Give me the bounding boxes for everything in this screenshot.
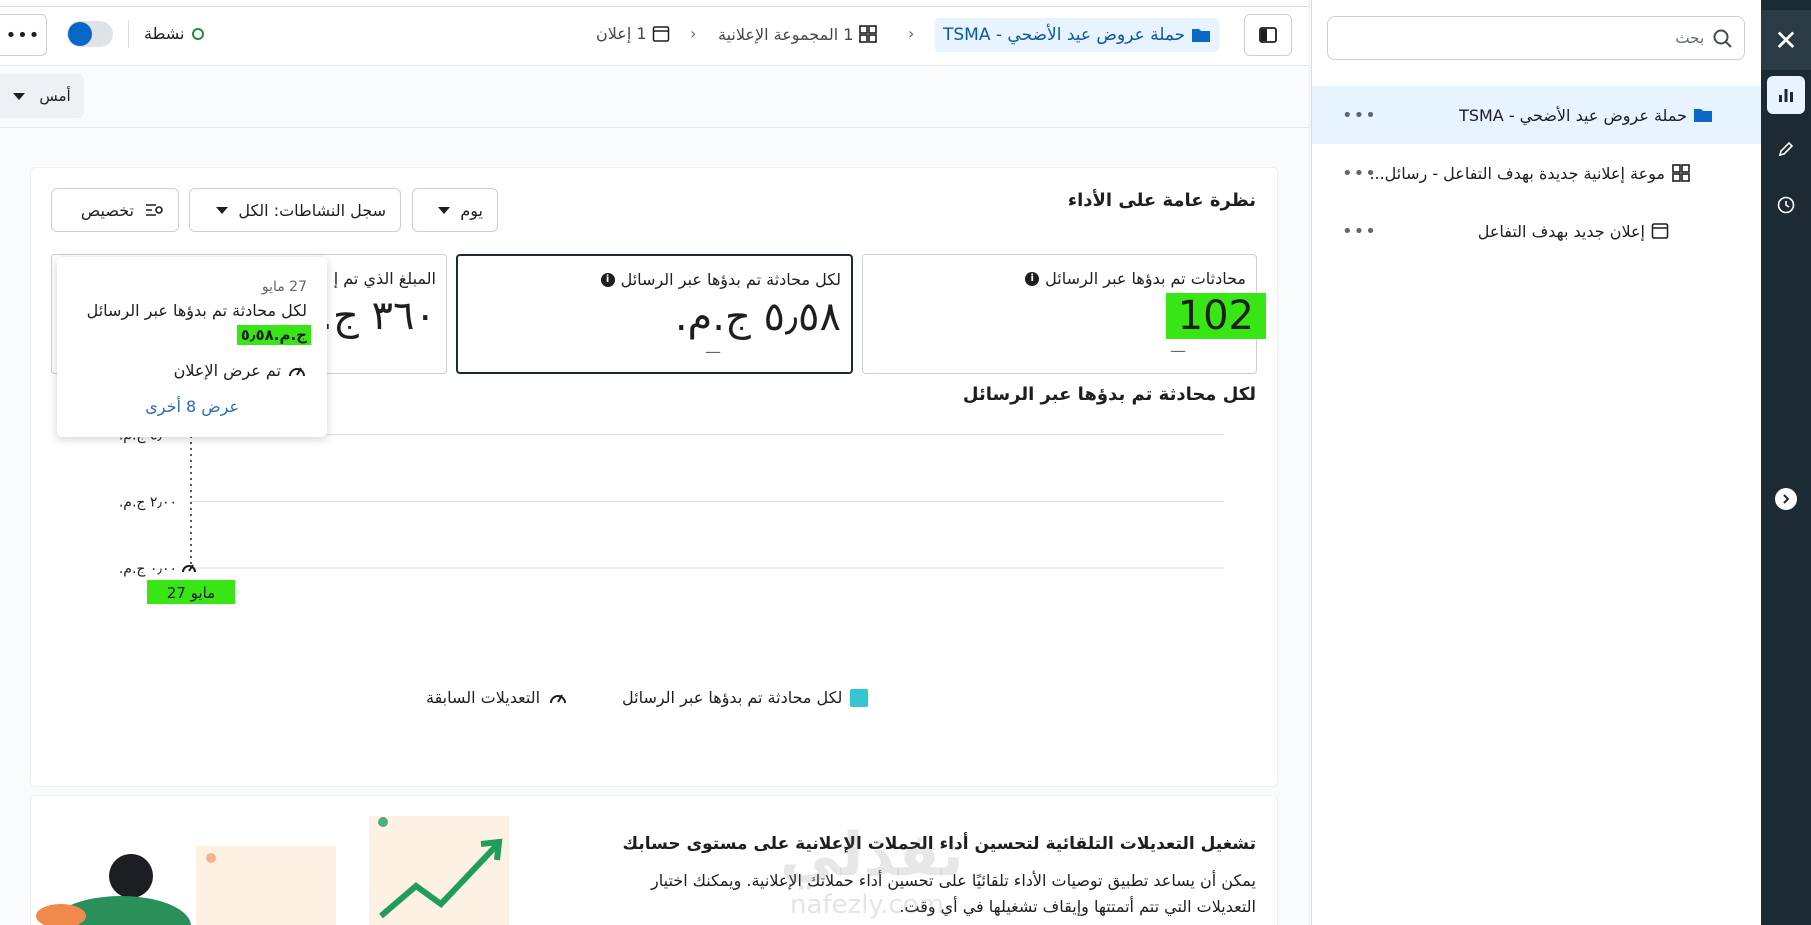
y-tick-label: ٢٫٠٠ ج.م.‏	[119, 494, 177, 510]
caret-down-icon	[216, 206, 229, 214]
legend-swatch	[850, 688, 869, 707]
tree-item-label: موعة إعلانية جديدة بهدف التفاعل - رسائل.…	[1369, 163, 1665, 183]
history-tab[interactable]	[1767, 186, 1805, 224]
customize-button[interactable]: تخصيص	[51, 188, 179, 232]
close-icon: ✕	[1774, 23, 1798, 57]
activity-log-dropdown[interactable]: سجل النشاطات: الكل	[189, 188, 401, 232]
main-content: حملة عروض عيد الأضحي - TSMA › 1 المجموعة…	[0, 0, 1309, 925]
chart-tooltip: 27 مايو لكل محادثة تم بدؤها عبر الرسائل …	[57, 257, 327, 437]
y-tick-label: ٠٫٠٠ ج.م.‏	[119, 561, 177, 577]
watermark-brand: نفذلي	[780, 820, 964, 890]
status-badge: نشطة	[144, 24, 205, 43]
chart-title: لكل محادثة تم بدؤها عبر الرسائل	[962, 384, 1256, 405]
close-button[interactable]: ✕	[1761, 10, 1811, 70]
tree-item-label: إعلان جديد بهدف التفاعل	[1477, 221, 1645, 241]
tree-item-adset[interactable]: موعة إعلانية جديدة بهدف التفاعل - رسائل.…	[1312, 144, 1761, 202]
search-box[interactable]	[1327, 16, 1745, 60]
chevron-right-icon: ›	[690, 24, 697, 43]
gauge-icon	[289, 367, 305, 376]
breadcrumb-campaign[interactable]: حملة عروض عيد الأضحي - TSMA	[935, 18, 1220, 52]
metric-value: 102	[1165, 293, 1266, 339]
automation-card: تشغيل التعديلات التلقائية لتحسين أداء ال…	[31, 796, 1277, 925]
insights-tab[interactable]	[1767, 76, 1805, 114]
toggle-panel-button[interactable]	[1244, 14, 1292, 56]
tree-item-label: حملة عروض عيد الأضحي - TSMA	[1459, 105, 1687, 125]
info-icon[interactable]: i	[600, 272, 615, 287]
ad-icon	[652, 25, 669, 42]
ad-icon	[1651, 222, 1669, 240]
settings-sliders-icon	[146, 204, 163, 216]
more-icon[interactable]: •••	[1342, 105, 1377, 126]
caret-down-icon	[13, 92, 26, 100]
chart-icon	[1779, 89, 1793, 102]
tooltip-metric: لكل محادثة تم بدؤها عبر الرسائل	[86, 301, 307, 320]
active-toggle[interactable]	[67, 21, 113, 47]
search-icon	[1713, 29, 1732, 48]
breadcrumb-adset[interactable]: 1 المجموعة الإعلانية	[718, 24, 878, 44]
expand-button[interactable]	[1775, 488, 1797, 510]
watermark-site: nafezly.com	[790, 890, 944, 920]
edit-tab[interactable]	[1767, 130, 1805, 168]
tooltip-date: 27 مايو	[261, 279, 307, 295]
granularity-dropdown[interactable]: يوم	[412, 188, 498, 232]
tooltip-value: ج.م.‏٥٫٥٨	[236, 325, 311, 345]
line-chart: ٠٫٠٠ ج.م.‏٢٫٠٠ ج.م.‏٤٫٠٠ ج.م.‏٦٫٠٠ ج.م.‏…	[119, 408, 1224, 604]
more-button[interactable]: •••	[0, 14, 47, 56]
status-dot-icon	[192, 27, 205, 40]
clock-icon	[1777, 196, 1795, 214]
sidebar-icon	[1259, 27, 1277, 43]
icon-rail: ✕	[1761, 0, 1811, 925]
metric-delta: —	[1170, 341, 1186, 360]
card-title: نظرة عامة على الأداء	[1067, 190, 1256, 211]
grid-icon	[859, 25, 878, 43]
folder-icon	[1192, 29, 1211, 42]
search-input[interactable]	[1344, 27, 1704, 49]
metric-cost-per-conversation[interactable]: لكل محادثة تم بدؤها عبر الرسائل i ٥٫٥٨ ج…	[456, 254, 853, 374]
tree-item-campaign[interactable]: حملة عروض عيد الأضحي - TSMA •••	[1312, 86, 1761, 144]
tooltip-event: تم عرض الإعلان	[174, 361, 307, 380]
legend-series[interactable]: لكل محادثة تم بدؤها عبر الرسائل	[622, 688, 869, 707]
more-icon: •••	[5, 24, 41, 46]
top-bar: حملة عروض عيد الأضحي - TSMA › 1 المجموعة…	[0, 0, 1309, 66]
metric-conversations[interactable]: محادثات تم بدؤها عبر الرسائل i 102 —	[862, 254, 1266, 374]
chevron-right-icon	[1783, 494, 1790, 504]
illustration	[36, 816, 509, 925]
metric-value: ٥٫٥٨ ج.م.‏	[674, 294, 841, 340]
legend-previous-edits[interactable]: التعديلات السابقة	[426, 688, 568, 707]
show-more-link[interactable]: عرض 8 أخرى	[145, 397, 239, 416]
grid-icon	[1671, 163, 1691, 183]
pencil-icon	[1778, 141, 1794, 157]
chevron-right-icon: ›	[908, 24, 915, 43]
breadcrumb-ad[interactable]: 1 إعلان	[596, 24, 670, 43]
caret-down-icon	[438, 206, 451, 214]
more-icon[interactable]: •••	[1342, 221, 1377, 242]
date-range-dropdown[interactable]: أمس	[0, 74, 84, 118]
gauge-icon[interactable]	[182, 564, 196, 573]
folder-icon	[1693, 107, 1713, 123]
info-icon[interactable]: i	[1025, 271, 1040, 286]
gauge-icon	[550, 694, 567, 703]
metric-delta: —	[705, 342, 721, 361]
tree-item-ad[interactable]: إعلان جديد بهدف التفاعل •••	[1312, 202, 1761, 260]
campaign-tree-panel: حملة عروض عيد الأضحي - TSMA ••• موعة إعل…	[1311, 0, 1761, 925]
x-tick-label: 27 مايو	[167, 584, 215, 602]
more-icon[interactable]: •••	[1342, 163, 1377, 184]
